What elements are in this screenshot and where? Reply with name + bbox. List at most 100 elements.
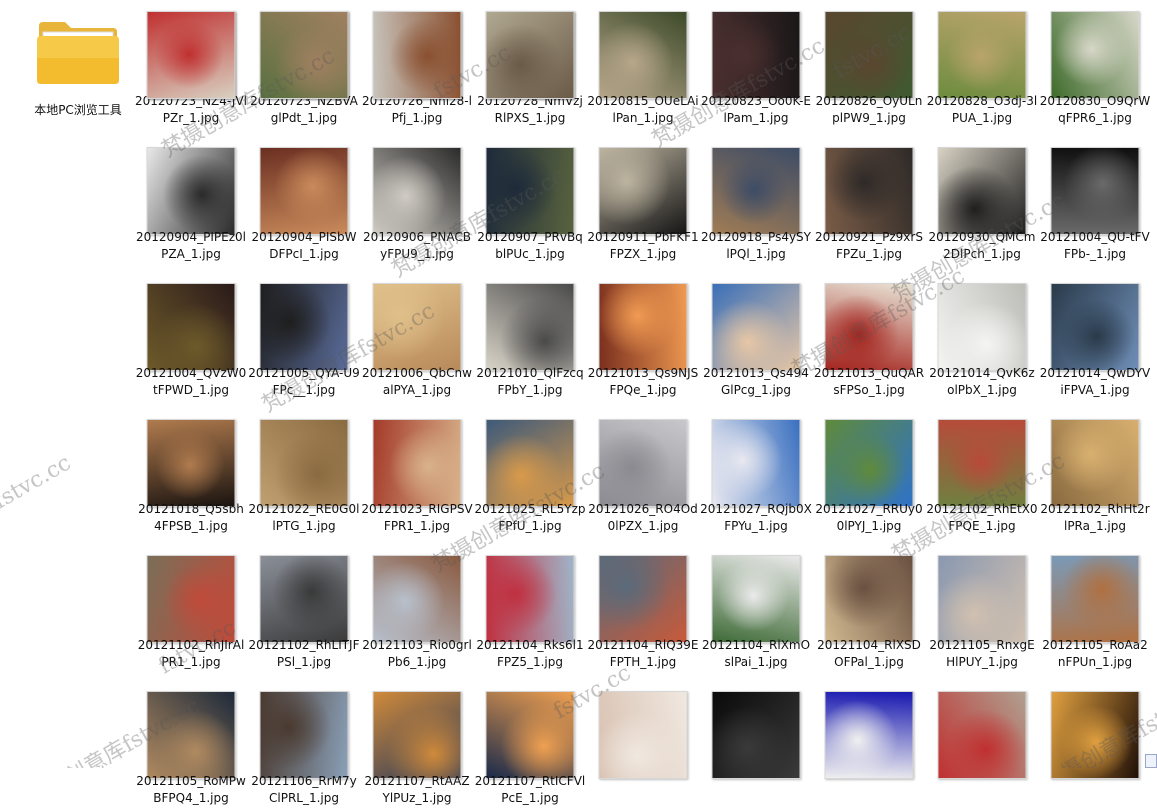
file-name: 20121013_Qs494GlPcg_1.jpg — [703, 366, 809, 397]
file-item[interactable]: 20121010_QlFzcqFPbY_1.jpg — [474, 272, 586, 404]
file-item[interactable]: 20121027_RRUy00lPYJ_1.jpg — [813, 408, 925, 540]
file-item[interactable]: 20120906_PNACByFPU9_1.jpg — [361, 136, 473, 268]
file-item[interactable] — [135, 0, 247, 132]
file-item[interactable]: 20121107_RtAAZYlPUz_1.jpg — [361, 680, 473, 812]
image-thumbnail — [259, 11, 349, 99]
file-item[interactable] — [1039, 680, 1151, 812]
file-item[interactable]: 20121023_RIGPSVFPR1_1.jpg — [361, 408, 473, 540]
file-item[interactable]: 20120904_PIPEz0lPZA_1.jpg — [135, 136, 247, 268]
file-item[interactable]: 20121025_RL5YzpFPfU_1.jpg — [474, 408, 586, 540]
file-item[interactable]: 20120904_PISbWDFPcI_1.jpg — [248, 136, 360, 268]
image-thumbnail — [372, 147, 462, 235]
file-item[interactable]: 20121105_RoMPwBFPQ4_1.jpg — [135, 680, 247, 812]
file-item[interactable]: 20121018_Q5sbh4FPSB_1.jpg — [135, 408, 247, 540]
folder-item[interactable]: 本地PC浏览工具 — [22, 0, 134, 132]
file-item[interactable]: 20120907_PRvBqblPUc_1.jpg — [474, 136, 586, 268]
image-thumbnail — [485, 691, 575, 779]
file-item[interactable]: 20121106_RrM7yClPRL_1.jpg — [248, 680, 360, 812]
file-item[interactable]: 20121105_RnxgEHlPUY_1.jpg — [926, 544, 1038, 676]
image-thumbnail — [598, 283, 688, 371]
file-name: 20120815_OUeLAilPan_1.jpg — [587, 94, 699, 125]
file-item[interactable]: 20121102_RhJIrAlPR1_1.jpg — [135, 544, 247, 676]
file-item[interactable] — [474, 0, 586, 132]
file-item[interactable]: 20121102_RhLITJFPSl_1.jpg — [248, 544, 360, 676]
file-item[interactable]: 20121107_RtICFVlPcE_1.jpg — [474, 680, 586, 812]
scrollbar-corner[interactable] — [1145, 754, 1157, 768]
image-thumbnail — [1050, 11, 1140, 99]
file-item[interactable] — [813, 680, 925, 812]
file-name: 20121105_RoAa2nFPUn_1.jpg — [1042, 638, 1148, 669]
image-thumbnail — [937, 147, 1027, 235]
file-item[interactable]: 20121104_RlXmOslPai_1.jpg — [700, 544, 812, 676]
image-thumbnail — [598, 11, 688, 99]
file-item[interactable]: 20121013_QuQARsFPSo_1.jpg — [813, 272, 925, 404]
file-item[interactable]: 20121005_QYA-U9FPc__1.jpg — [248, 272, 360, 404]
file-name: 20121023_RIGPSVFPR1_1.jpg — [361, 502, 473, 533]
file-name: 20121004_QVzW0tFPWD_1.jpg — [135, 366, 247, 397]
image-thumbnail — [146, 691, 236, 779]
file-item[interactable]: 20121022_RE0G0llPTG_1.jpg — [248, 408, 360, 540]
file-name: 20121018_Q5sbh4FPSB_1.jpg — [138, 502, 244, 533]
file-item[interactable] — [700, 680, 812, 812]
file-item[interactable]: 20120828_O3dj-3lPUA_1.jpg — [926, 0, 1038, 132]
image-thumbnail — [711, 147, 801, 235]
file-item[interactable]: 20121013_Qs494GlPcg_1.jpg — [700, 272, 812, 404]
file-name: 20120911_PbFKF1FPZX_1.jpg — [587, 230, 699, 261]
file-item[interactable] — [361, 0, 473, 132]
file-name: 20121027_RQjb0XFPYu_1.jpg — [700, 502, 812, 533]
file-item[interactable]: 20120921_Pz9xrSFPZu_1.jpg — [813, 136, 925, 268]
file-item[interactable]: 20121014_QwDYViFPVA_1.jpg — [1039, 272, 1151, 404]
image-thumbnail — [146, 147, 236, 235]
file-item[interactable]: 20121027_RQjb0XFPYu_1.jpg — [700, 408, 812, 540]
image-thumbnail — [824, 419, 914, 507]
image-thumbnail — [598, 691, 688, 779]
file-name: 20120828_O3dj-3lPUA_1.jpg — [926, 94, 1038, 125]
file-item[interactable] — [926, 680, 1038, 812]
file-item[interactable]: 20121006_QbCnwalPYA_1.jpg — [361, 272, 473, 404]
file-item[interactable]: 20121104_RlXSDOFPal_1.jpg — [813, 544, 925, 676]
file-item[interactable]: 20120826_OyULnplPW9_1.jpg — [813, 0, 925, 132]
image-thumbnail — [259, 419, 349, 507]
file-name: 20121005_QYA-U9FPc__1.jpg — [248, 366, 360, 397]
file-item[interactable]: 20121004_QVzW0tFPWD_1.jpg — [135, 272, 247, 404]
image-thumbnail — [259, 147, 349, 235]
file-item[interactable]: 20121102_RhHt2rlPRa_1.jpg — [1039, 408, 1151, 540]
file-item[interactable]: 20121013_Qs9NJSFPQe_1.jpg — [587, 272, 699, 404]
file-item[interactable]: 20121026_RO4Od0lPZX_1.jpg — [587, 408, 699, 540]
file-item[interactable]: 20120830_O9QrWqFPR6_1.jpg — [1039, 0, 1151, 132]
image-thumbnail — [711, 11, 801, 99]
file-item[interactable]: 20121004_QU-tFVFPb-_1.jpg — [1039, 136, 1151, 268]
file-name: 20120930_QMCm2DlPch_1.jpg — [928, 230, 1036, 261]
file-item[interactable]: 20120823_Oo0K-ElPam_1.jpg — [700, 0, 812, 132]
image-thumbnail — [372, 11, 462, 99]
image-thumbnail — [937, 691, 1027, 779]
image-thumbnail — [598, 555, 688, 643]
image-thumbnail — [259, 283, 349, 371]
file-name: 20121102_RhJIrAlPR1_1.jpg — [137, 638, 245, 669]
file-name: 20121104_RlXSDOFPal_1.jpg — [817, 638, 921, 669]
file-item[interactable]: 20121102_RhEtX0FPQE_1.jpg — [926, 408, 1038, 540]
image-thumbnail — [485, 419, 575, 507]
file-item[interactable]: 20120911_PbFKF1FPZX_1.jpg — [587, 136, 699, 268]
file-item[interactable]: 20120918_Ps4ySYlPQl_1.jpg — [700, 136, 812, 268]
image-thumbnail — [372, 419, 462, 507]
file-name: 20121105_RnxgEHlPUY_1.jpg — [929, 638, 1035, 669]
file-item[interactable] — [587, 680, 699, 812]
file-item[interactable]: 20121104_RlQ39EFPTH_1.jpg — [587, 544, 699, 676]
file-name: 20121107_RtAAZYlPUz_1.jpg — [364, 774, 470, 805]
image-thumbnail — [146, 419, 236, 507]
file-name: 20121014_QwDYViFPVA_1.jpg — [1039, 366, 1151, 397]
file-name: 20120918_Ps4ySYlPQl_1.jpg — [700, 230, 812, 261]
image-thumbnail — [372, 555, 462, 643]
image-thumbnail — [259, 555, 349, 643]
file-item[interactable]: 20120930_QMCm2DlPch_1.jpg — [926, 136, 1038, 268]
file-item[interactable]: 20121014_QvK6zolPbX_1.jpg — [926, 272, 1038, 404]
file-name: 20121026_RO4Od0lPZX_1.jpg — [588, 502, 698, 533]
file-item[interactable]: 20121103_Rio0grlPb6_1.jpg — [361, 544, 473, 676]
image-thumbnail — [937, 555, 1027, 643]
file-item[interactable]: 20120815_OUeLAilPan_1.jpg — [587, 0, 699, 132]
file-item[interactable]: 20121105_RoAa2nFPUn_1.jpg — [1039, 544, 1151, 676]
file-item[interactable]: 20121104_Rks6l1FPZ5_1.jpg — [474, 544, 586, 676]
image-thumbnail — [372, 283, 462, 371]
file-item[interactable] — [248, 0, 360, 132]
